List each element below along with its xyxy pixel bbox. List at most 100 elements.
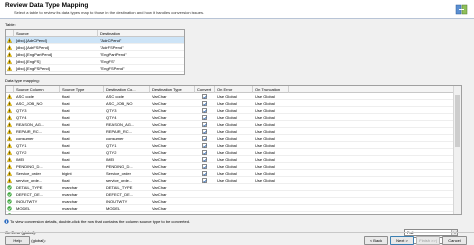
- next-button[interactable]: Next >: [390, 236, 414, 245]
- mapping-grid[interactable]: Source Column Source Type Destination Co…: [5, 85, 462, 215]
- finish-button[interactable]: Finish >>|: [416, 236, 440, 245]
- table-row[interactable]: [dbo].[AdrFSPend] "AdrFSPend": [6, 44, 184, 51]
- mapping-row[interactable]: ASC code float ASC code VarChar Use Global Us…: [6, 93, 461, 100]
- on-error-cell[interactable]: Use Global: [215, 100, 253, 107]
- convert-checkbox[interactable]: [202, 122, 207, 127]
- convert-checkbox[interactable]: [202, 101, 207, 106]
- back-button[interactable]: < Back: [364, 236, 388, 245]
- source-type-cell: float: [62, 129, 70, 134]
- on-error-cell[interactable]: Use Global: [215, 121, 253, 128]
- on-error-cell[interactable]: Use Global: [215, 156, 253, 163]
- convert-checkbox[interactable]: [202, 94, 207, 99]
- column-header-destination-type[interactable]: Destination Type: [150, 86, 195, 93]
- on-error-cell[interactable]: [215, 184, 253, 191]
- source-type-cell: float: [62, 115, 70, 120]
- on-error-cell[interactable]: Use Global: [215, 114, 253, 121]
- on-truncation-cell[interactable]: [253, 198, 289, 205]
- convert-checkbox[interactable]: [202, 136, 207, 141]
- destination-type-cell: VarChar: [152, 94, 167, 99]
- on-truncation-cell[interactable]: Use Global: [253, 177, 289, 184]
- convert-checkbox[interactable]: [202, 178, 207, 183]
- convert-checkbox[interactable]: [202, 157, 207, 162]
- on-error-cell[interactable]: [215, 191, 253, 198]
- table-row[interactable]: [dbo].[EngPartPend] "EngPartPend": [6, 51, 184, 58]
- column-header-source[interactable]: Source: [14, 30, 98, 37]
- on-error-cell[interactable]: Use Global: [215, 170, 253, 177]
- convert-checkbox[interactable]: [202, 143, 207, 148]
- column-header-destination-column[interactable]: Destination Co...: [104, 86, 150, 93]
- column-header-convert[interactable]: Convert: [195, 86, 215, 93]
- mapping-row[interactable]: DETAIL_TYPE nvarchar DETAIL_TYPE VarChar: [6, 184, 461, 191]
- on-truncation-cell[interactable]: Use Global: [253, 149, 289, 156]
- column-header-destination[interactable]: Destination: [98, 30, 184, 37]
- on-error-cell[interactable]: Use Global: [215, 163, 253, 170]
- convert-checkbox[interactable]: [202, 171, 207, 176]
- on-truncation-cell[interactable]: Use Global: [253, 107, 289, 114]
- mapping-row[interactable]: INOUTWTY nvarchar INOUTWTY VarChar: [6, 198, 461, 205]
- on-error-cell[interactable]: Use Global: [215, 177, 253, 184]
- mapping-row[interactable]: consumer float consumer VarChar Use Global Us…: [6, 135, 461, 142]
- on-error-cell[interactable]: Use Global: [215, 149, 253, 156]
- column-header-on-error[interactable]: On Error: [215, 86, 253, 93]
- mapping-row[interactable]: Service_order bigint Service_order VarChar U…: [6, 170, 461, 177]
- destination-column-cell: IMEI: [106, 157, 115, 162]
- help-button[interactable]: Help: [5, 236, 30, 245]
- on-error-cell[interactable]: [215, 205, 253, 212]
- convert-checkbox[interactable]: [202, 129, 207, 134]
- mapping-row[interactable]: SERIAL_NOnvarcharSERIAL_NOVarChar: [6, 212, 461, 214]
- table-row[interactable]: [dbo].[EngFS] "EngFS": [6, 58, 184, 65]
- table-row[interactable]: [dbo].[EngFSPend] "EngFSPend": [6, 65, 184, 72]
- mapping-row[interactable]: QTY3 float QTY3 VarChar Use Global Use Global: [6, 107, 461, 114]
- convert-checkbox[interactable]: [202, 164, 207, 169]
- warning-icon: [7, 164, 12, 169]
- mapping-row[interactable]: MODEL nvarchar MODEL VarChar: [6, 205, 461, 212]
- on-truncation-cell[interactable]: Use Global: [253, 142, 289, 149]
- on-truncation-cell[interactable]: Use Global: [253, 163, 289, 170]
- on-truncation-cell[interactable]: Use Global: [253, 135, 289, 142]
- on-error-cell[interactable]: Use Global: [215, 135, 253, 142]
- mapping-row[interactable]: IMEI float IMEI VarChar Use Global Use Global: [6, 156, 461, 163]
- column-header-on-truncation[interactable]: On Truncation: [253, 86, 289, 93]
- table-row[interactable]: [dbo].[AdrCPend] "AdrCPend": [6, 37, 184, 44]
- on-truncation-cell[interactable]: Use Global: [253, 128, 289, 135]
- on-truncation-cell[interactable]: [253, 212, 289, 214]
- on-error-cell[interactable]: [215, 198, 253, 205]
- mapping-row[interactable]: ASC_JOB_NO float ASC_JOB_NO VarChar Use Glob…: [6, 100, 461, 107]
- on-error-cell[interactable]: Use Global: [215, 128, 253, 135]
- mapping-row[interactable]: PENDING_D... float PENDING_D... VarChar Use …: [6, 163, 461, 170]
- on-truncation-cell[interactable]: Use Global: [253, 100, 289, 107]
- mapping-row[interactable]: QTY2 float QTY2 VarChar Use Global Use Global: [6, 149, 461, 156]
- on-error-cell[interactable]: Use Global: [215, 107, 253, 114]
- mapping-row[interactable]: REASON_AG... float REASON_AG... VarChar Use …: [6, 121, 461, 128]
- convert-checkbox[interactable]: [202, 108, 207, 113]
- on-error-cell[interactable]: Use Global: [215, 142, 253, 149]
- on-truncation-cell[interactable]: [253, 205, 289, 212]
- table-source-cell: [dbo].[EngFS]: [16, 59, 41, 64]
- on-truncation-cell[interactable]: [253, 191, 289, 198]
- cancel-button[interactable]: Cancel: [442, 236, 467, 245]
- warning-icon: [7, 171, 12, 176]
- on-error-cell[interactable]: Use Global: [215, 93, 253, 100]
- mapping-row[interactable]: QTY1 float QTY1 VarChar Use Global Use Global: [6, 142, 461, 149]
- on-error-cell[interactable]: [215, 212, 253, 214]
- source-column-cell: REASON_AG...: [16, 122, 45, 127]
- column-header-source-column[interactable]: Source Column: [14, 86, 60, 93]
- on-truncation-cell[interactable]: Use Global: [253, 156, 289, 163]
- convert-checkbox[interactable]: [202, 150, 207, 155]
- mapping-row[interactable]: QTY4 float QTY4 VarChar Use Global Use Global: [6, 114, 461, 121]
- scrollbar-thumb[interactable]: [455, 95, 460, 147]
- on-truncation-cell[interactable]: Use Global: [253, 170, 289, 177]
- table-grid[interactable]: Source Destination [dbo].[AdrCPend] "AdrC…: [5, 29, 185, 75]
- mapping-grid-scrollbar[interactable]: [453, 86, 461, 214]
- mapping-row[interactable]: REPAIR_RC... float REPAIR_RC... VarChar Use …: [6, 128, 461, 135]
- on-truncation-cell[interactable]: Use Global: [253, 114, 289, 121]
- convert-checkbox[interactable]: [202, 115, 207, 120]
- mapping-row[interactable]: DEFECT_DE... nvarchar DEFECT_DE... VarChar: [6, 191, 461, 198]
- on-truncation-cell[interactable]: Use Global: [253, 93, 289, 100]
- column-header-source-type[interactable]: Source Type: [60, 86, 104, 93]
- on-truncation-cell[interactable]: Use Global: [253, 121, 289, 128]
- on-truncation-cell[interactable]: [253, 184, 289, 191]
- mapping-row[interactable]: service_orde... float service_orde... VarCh…: [6, 177, 461, 184]
- mapping-section-label: Data type mapping:: [5, 78, 40, 83]
- source-column-cell: QTY1: [16, 143, 27, 148]
